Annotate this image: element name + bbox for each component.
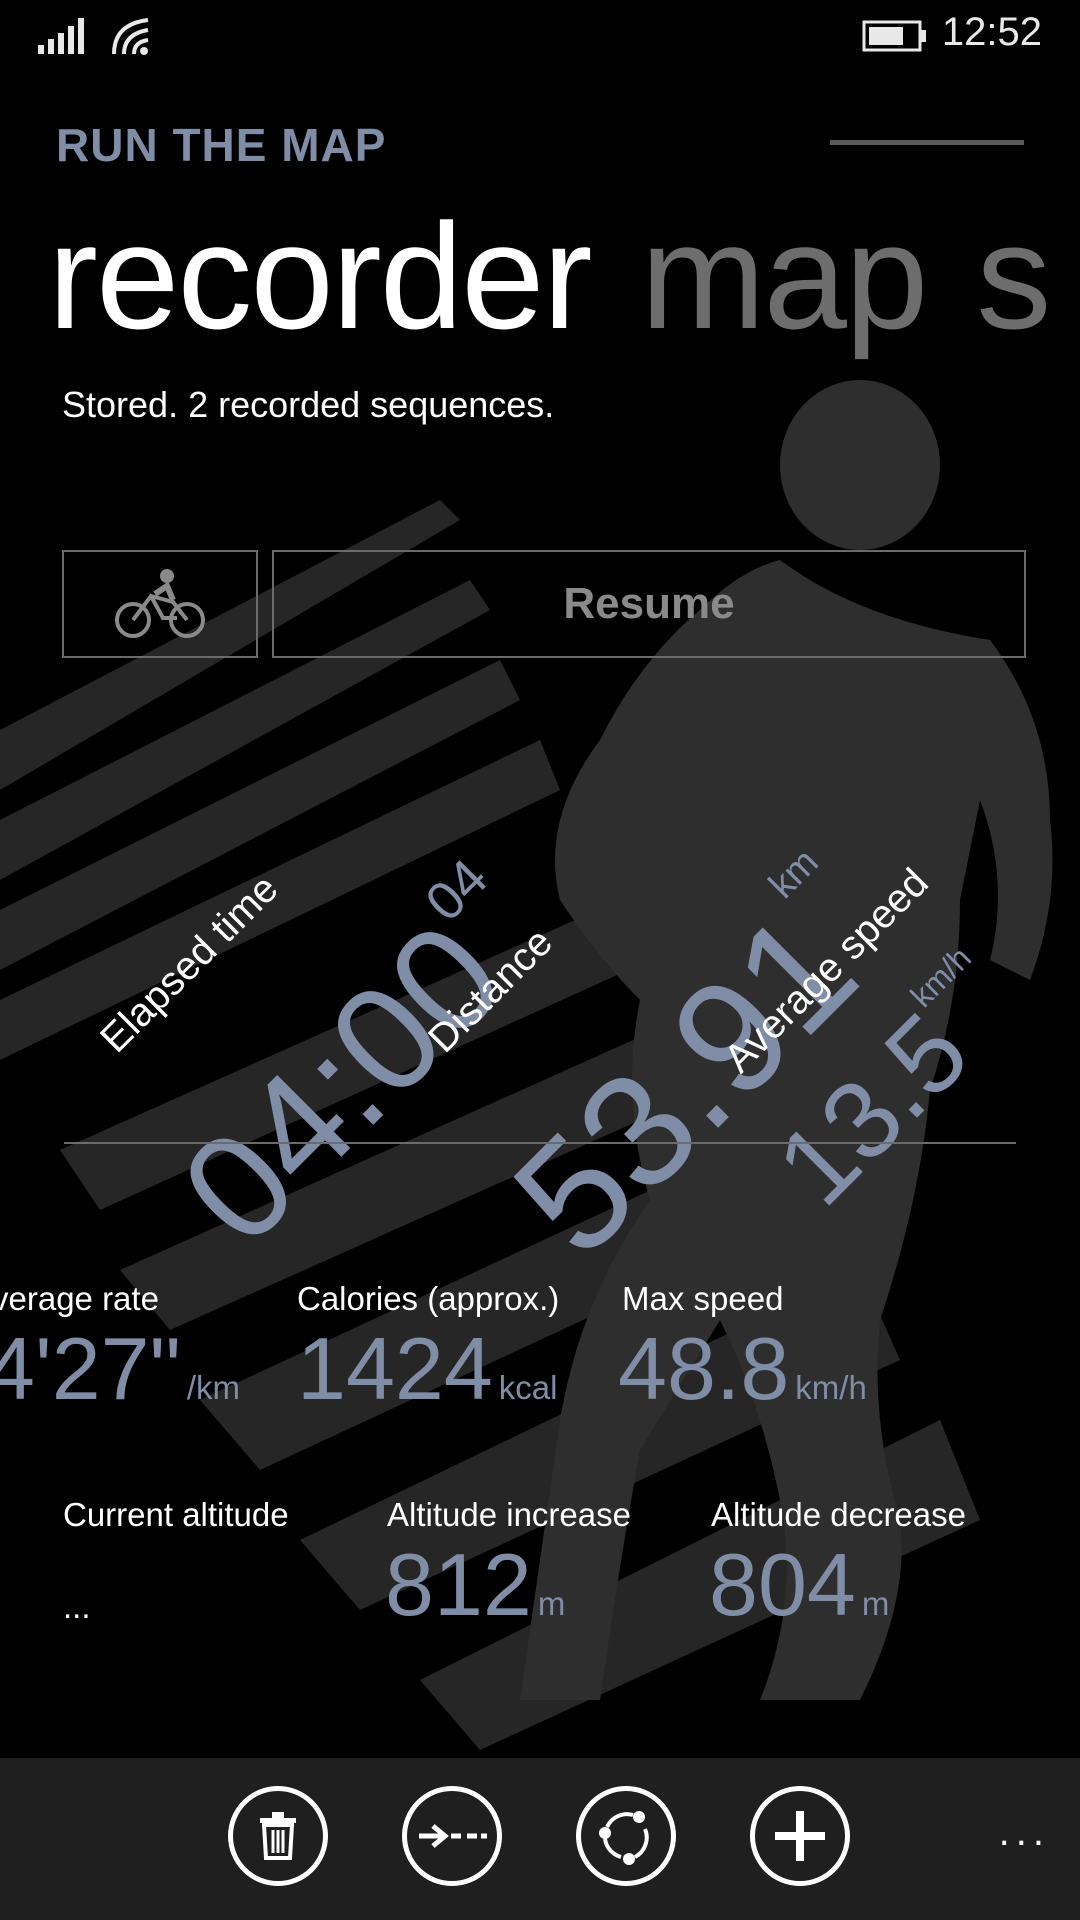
altitude-increase-value: 812: [385, 1535, 532, 1634]
calories-unit: kcal: [498, 1369, 558, 1406]
app-title: RUN THE MAP: [56, 119, 387, 171]
add-button[interactable]: [750, 1786, 850, 1886]
altitude-increase-unit: m: [537, 1585, 566, 1622]
altitude-decrease-value: 804: [709, 1535, 856, 1634]
tab-recorder[interactable]: recorder: [48, 192, 593, 360]
resume-button[interactable]: Resume: [272, 550, 1026, 658]
pivot-indicator: [830, 140, 1024, 145]
average-rate-label: verage rate: [0, 1280, 159, 1317]
altitude-increase-group: 812 m: [385, 1534, 565, 1636]
current-altitude-value: ...: [63, 1588, 91, 1625]
status-message: Stored. 2 recorded sequences.: [62, 384, 555, 425]
tab-map[interactable]: map: [641, 192, 929, 360]
sync-button[interactable]: [576, 1786, 676, 1886]
sync-icon: [599, 1811, 649, 1865]
average-rate-group: 4'27"/km: [0, 1318, 240, 1420]
status-bar: 12:52: [0, 0, 1080, 72]
more-options-button[interactable]: ...: [999, 1810, 1050, 1855]
altitude-increase-label: Altitude increase: [387, 1496, 631, 1533]
delete-button[interactable]: [228, 1786, 328, 1886]
pivot-header: recorder map s: [48, 190, 1051, 363]
delete-icon: [260, 1812, 296, 1860]
calories-value: 1424: [297, 1319, 493, 1418]
divider: [64, 1142, 1016, 1144]
altitude-decrease-unit: m: [861, 1585, 890, 1622]
average-rate-unit: /km: [186, 1369, 241, 1406]
clock: 12:52: [941, 10, 1042, 54]
add-icon: [775, 1811, 825, 1861]
max-speed-value: 48.8: [618, 1319, 790, 1418]
max-speed-group: 48.8 km/h: [618, 1318, 867, 1420]
max-speed-label: Max speed: [622, 1280, 784, 1317]
max-speed-unit: km/h: [795, 1369, 867, 1406]
current-altitude-label: Current altitude: [63, 1496, 289, 1533]
average-rate-value: 4'27": [0, 1319, 181, 1418]
route-button[interactable]: [402, 1786, 502, 1886]
altitude-decrease-label: Altitude decrease: [711, 1496, 966, 1533]
wifi-icon: [112, 18, 149, 55]
activity-type-button[interactable]: [62, 550, 258, 658]
battery-icon: [862, 20, 926, 52]
tab-next-partial[interactable]: s: [976, 192, 1051, 360]
calories-label: Calories (approx.): [297, 1280, 560, 1317]
route-icon: [419, 1824, 487, 1848]
calories-group: 1424 kcal: [297, 1318, 557, 1420]
altitude-decrease-group: 804 m: [709, 1534, 889, 1636]
bicycle-icon: [115, 569, 205, 638]
signal-icon: [38, 18, 84, 54]
app-bar: [0, 1758, 1080, 1920]
